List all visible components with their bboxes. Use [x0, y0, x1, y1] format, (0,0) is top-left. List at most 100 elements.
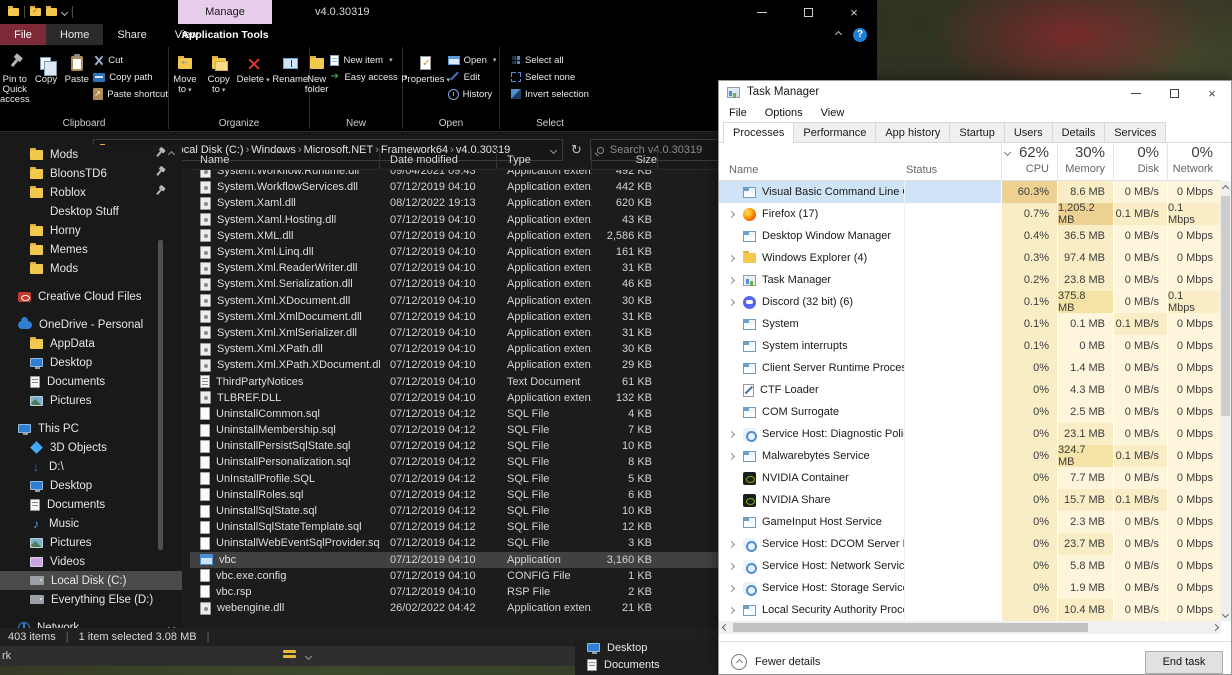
expand-icon[interactable]: [727, 298, 735, 306]
process-row-local-security-authority-process[interactable]: Local Security Authority Process... 0%10.…: [719, 599, 1221, 621]
file-row-uninstallmembership-sql[interactable]: UninstallMembership.sql 07/12/2019 04:12 S…: [190, 422, 718, 438]
expand-icon[interactable]: [727, 276, 735, 284]
horizontal-scrollbar[interactable]: [719, 621, 1221, 634]
tab-startup[interactable]: Startup: [949, 122, 1005, 142]
minimize-button[interactable]: [1117, 81, 1155, 105]
menu-view[interactable]: View: [821, 107, 845, 119]
file-row-system-xml-serialization-dll[interactable]: System.Xml.Serialization.dll 07/12/2019 0…: [190, 276, 718, 292]
process-row-system[interactable]: System 0.1% 0.1 MB 0.1 MB/s 0 Mbps: [719, 313, 1221, 335]
invert-selection-button[interactable]: Invert selection: [511, 87, 589, 101]
tab-processes[interactable]: Processes: [723, 122, 795, 143]
expand-icon[interactable]: [727, 606, 735, 614]
sidebar-item-this-pc[interactable]: This PC: [0, 419, 182, 438]
sidebar-scrollbar[interactable]: [158, 240, 163, 550]
process-row-nvidia-container[interactable]: NVIDIA Container 0% 7.7 MB 0 MB/s 0 Mbps: [719, 467, 1221, 489]
process-row-service-host-storage-service[interactable]: Service Host: Storage Service 0% 1.9 MB 0 M…: [719, 577, 1221, 599]
file-row-system-xml-xpath-xdocument-dll[interactable]: System.Xml.XPath.XDocument.dll 07/12/2019…: [190, 357, 718, 373]
expand-icon[interactable]: [727, 562, 735, 570]
file-row-system-xaml-hosting-dll[interactable]: System.Xaml.Hosting.dll 07/12/2019 04:10 A…: [190, 212, 718, 228]
process-row-firefox-17[interactable]: Firefox (17) 0.7% 1,205.2 MB 0.1 MB/s 0.1 Mb…: [719, 202, 1221, 226]
file-row-uninstallpersistsqlstate-sql[interactable]: UninstallPersistSqlState.sql 07/12/2019 0…: [190, 438, 718, 454]
column-header-name[interactable]: Name: [729, 164, 758, 176]
maximize-button[interactable]: [1155, 81, 1193, 105]
sidebar-item-videos[interactable]: Videos: [0, 552, 182, 571]
sidebar-item-everything-else-d[interactable]: Everything Else (D:): [0, 590, 182, 609]
sidebar-item-roblox[interactable]: Roblox: [0, 183, 182, 202]
column-header-disk[interactable]: 0% Disk: [1113, 142, 1167, 181]
open-button[interactable]: Open: [447, 53, 497, 67]
file-row-system-xml-readerwriter-dll[interactable]: System.Xml.ReaderWriter.dll 07/12/2019 04…: [190, 260, 718, 276]
process-row-client-server-runtime-process[interactable]: Client Server Runtime Process 0% 1.4 MB 0 M…: [719, 357, 1221, 379]
scrollbar-thumb[interactable]: [1221, 196, 1230, 416]
new-item-button[interactable]: New item: [330, 53, 407, 67]
chevron-up-icon[interactable]: [167, 150, 176, 159]
column-header-network[interactable]: 0% Network: [1167, 142, 1221, 181]
tab-application-tools[interactable]: Application Tools: [178, 24, 272, 45]
sidebar-item-mods[interactable]: Mods: [0, 259, 182, 278]
sidebar-item-desktop[interactable]: Desktop: [0, 476, 182, 495]
file-row-vbc-rsp[interactable]: vbc.rsp 07/12/2019 04:10 RSP File 2 KB: [190, 584, 718, 600]
cut-button[interactable]: Cut: [93, 53, 168, 67]
file-row-system-workflow-runtime-dll[interactable]: System.Workflow.Runtime.dll 09/04/2021 09…: [190, 170, 718, 179]
background-window-strip[interactable]: rk: [0, 646, 575, 666]
background-window-panel[interactable]: Desktop Documents: [575, 639, 718, 675]
sidebar-item-music[interactable]: Music: [0, 514, 182, 533]
sidebar-item-network[interactable]: Network: [0, 618, 182, 628]
tab-users[interactable]: Users: [1003, 122, 1053, 142]
column-header-status[interactable]: Status: [906, 164, 937, 176]
expand-icon[interactable]: [727, 210, 735, 218]
file-row-thirdpartynotices[interactable]: ThirdPartyNotices 07/12/2019 04:10 Text Do…: [190, 373, 718, 389]
sidebar-item-documents[interactable]: Documents: [0, 372, 182, 391]
vertical-scrollbar[interactable]: [1220, 181, 1231, 621]
properties-folder-icon[interactable]: [30, 5, 41, 16]
sidebar-item-documents[interactable]: Documents: [0, 495, 182, 514]
history-button[interactable]: History: [447, 87, 497, 101]
easy-access-button[interactable]: Easy access: [330, 70, 407, 84]
new-folder-icon[interactable]: [46, 6, 57, 16]
process-row-malwarebytes-service[interactable]: Malwarebytes Service 0% 324.7 MB 0.1 MB/s 0 …: [719, 444, 1221, 468]
paste-shortcut-button[interactable]: Paste shortcut: [93, 87, 168, 101]
file-row-uninstallroles-sql[interactable]: UninstallRoles.sql 07/12/2019 04:12 SQL Fi…: [190, 487, 718, 503]
file-row-uninstallsqlstate-sql[interactable]: UninstallSqlState.sql 07/12/2019 04:12 SQL…: [190, 503, 718, 519]
end-task-button[interactable]: End task: [1145, 650, 1223, 674]
file-row-webengine-dll[interactable]: webengine.dll 26/02/2022 04:42 Application…: [190, 600, 718, 616]
file-row-tlbref-dll[interactable]: TLBREF.DLL 07/12/2019 04:10 Application ex…: [190, 390, 718, 406]
edit-button[interactable]: Edit: [448, 70, 497, 84]
sidebar-item-appdata[interactable]: AppData: [0, 334, 182, 353]
sidebar-item-3d-objects[interactable]: 3D Objects: [0, 438, 182, 457]
column-header-type[interactable]: Type: [497, 148, 592, 169]
minimize-button[interactable]: [739, 0, 785, 24]
select-all-button[interactable]: Select all: [511, 53, 564, 67]
tab-performance[interactable]: Performance: [793, 122, 877, 142]
sidebar-item-bloonstd6[interactable]: BloonsTD6: [0, 164, 182, 183]
file-row-system-xml-xmlserializer-dll[interactable]: System.Xml.XmlSerializer.dll 07/12/2019 0…: [190, 325, 718, 341]
sidebar-item-horny[interactable]: Horny: [0, 221, 182, 240]
menu-options[interactable]: Options: [765, 107, 803, 119]
column-header-size[interactable]: Size: [592, 148, 658, 169]
file-row-uninstallcommon-sql[interactable]: UninstallCommon.sql 07/12/2019 04:12 SQL F…: [190, 406, 718, 422]
sidebar-item-mods[interactable]: Mods: [0, 145, 182, 164]
process-row-desktop-window-manager[interactable]: Desktop Window Manager 0.4% 36.5 MB 0 MB/s 0…: [719, 225, 1221, 247]
list-item[interactable]: Desktop: [575, 639, 718, 656]
file-row-system-xml-xdocument-dll[interactable]: System.Xml.XDocument.dll 07/12/2019 04:10…: [190, 293, 718, 309]
process-row-gameinput-host-service[interactable]: GameInput Host Service 0% 2.3 MB 0 MB/s 0 Mb…: [719, 511, 1221, 533]
column-header-date-modified[interactable]: Date modified: [380, 148, 497, 169]
expand-icon[interactable]: [727, 540, 735, 548]
close-button[interactable]: ×: [831, 0, 877, 24]
file-row-uninstallprofile-sql[interactable]: UnInstallProfile.SQL 07/12/2019 04:12 SQL …: [190, 471, 718, 487]
file-row-vbc-exe-config[interactable]: vbc.exe.config 07/12/2019 04:10 CONFIG Fil…: [190, 568, 718, 584]
process-row-com-surrogate[interactable]: COM Surrogate 0% 2.5 MB 0 MB/s 0 Mbps: [719, 401, 1221, 423]
process-row-visual-basic-command-line-co[interactable]: Visual Basic Command Line Co... 60.3%8.6 …: [719, 181, 1221, 203]
menu-file[interactable]: File: [729, 107, 747, 119]
process-row-service-host-dcom-server-proc[interactable]: Service Host: DCOM Server Proc... 0%23.7 …: [719, 533, 1221, 555]
tab-services[interactable]: Services: [1104, 122, 1167, 142]
file-row-system-xml-xpath-dll[interactable]: System.Xml.XPath.dll 07/12/2019 04:10 Appl…: [190, 341, 718, 357]
sidebar-item-creative-cloud-files[interactable]: Creative Cloud Files: [0, 287, 182, 306]
sidebar-item-onedrive-personal[interactable]: OneDrive - Personal: [0, 315, 182, 334]
process-row-windows-explorer-4[interactable]: Windows Explorer (4) 0.3% 97.4 MB 0 MB/s 0 M…: [719, 247, 1221, 269]
maximize-button[interactable]: [785, 0, 831, 24]
close-button[interactable]: ×: [1193, 81, 1231, 105]
file-row-system-xaml-dll[interactable]: System.Xaml.dll 08/12/2022 19:13 Applicati…: [190, 195, 718, 211]
column-header-name[interactable]: Name: [190, 148, 380, 169]
process-row-nvidia-share[interactable]: NVIDIA Share 0% 15.7 MB 0.1 MB/s 0 Mbps: [719, 489, 1221, 511]
